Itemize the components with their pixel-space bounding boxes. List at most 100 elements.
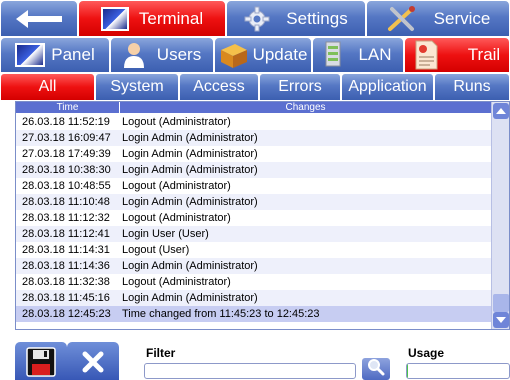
tab-lan-label: LAN bbox=[358, 45, 392, 64]
list-row[interactable]: 28.03.18 11:12:41 Login User (User) bbox=[16, 226, 491, 242]
row-time: 28.03.18 10:48:55 bbox=[22, 180, 111, 192]
close-icon bbox=[82, 351, 104, 378]
row-changes: Login Admin (Administrator) bbox=[122, 164, 258, 176]
row-time: 28.03.18 11:12:41 bbox=[22, 228, 110, 240]
tab-panel-label: Panel bbox=[51, 45, 95, 64]
usage-progress-fill bbox=[407, 364, 409, 378]
usage-progress-bar bbox=[406, 363, 510, 379]
audit-trail-list[interactable]: Time Changes 26.03.18 11:52:19 Logout (Ad… bbox=[15, 101, 510, 330]
gear-icon bbox=[244, 6, 286, 32]
tab-runs[interactable]: Runs bbox=[434, 73, 510, 101]
list-row[interactable]: 28.03.18 10:38:30 Login Admin (Administra… bbox=[16, 162, 491, 178]
tab-panel[interactable]: Panel bbox=[0, 37, 110, 73]
row-time: 28.03.18 11:12:32 bbox=[22, 212, 110, 224]
tab-access[interactable]: Access bbox=[179, 73, 259, 101]
tab-settings-label: Settings bbox=[286, 8, 348, 28]
row-time: 28.03.18 11:10:48 bbox=[22, 196, 110, 208]
tab-settings[interactable]: Settings bbox=[226, 0, 366, 37]
sub-tab-bar: Panel Users Update LAN Trail bbox=[0, 37, 510, 73]
tab-application-label: Application bbox=[348, 78, 427, 95]
tab-terminal[interactable]: Terminal bbox=[78, 0, 226, 37]
chevron-up-icon bbox=[496, 108, 506, 114]
list-row[interactable]: 27.03.18 17:49:39 Login Admin (Administra… bbox=[16, 146, 491, 162]
search-icon bbox=[367, 358, 385, 380]
row-changes: Login User (User) bbox=[122, 228, 209, 240]
main-tab-bar: Terminal Settings Service bbox=[0, 0, 510, 37]
row-changes: Time changed from 11:45:23 to 12:45:23 bbox=[122, 308, 320, 320]
row-changes: Login Admin (Administrator) bbox=[122, 196, 258, 208]
tab-update[interactable]: Update bbox=[214, 37, 312, 73]
tab-service-label: Service bbox=[433, 8, 491, 28]
filter-input[interactable] bbox=[144, 363, 356, 379]
list-row[interactable]: 28.03.18 11:12:32 Logout (Administrator) bbox=[16, 210, 491, 226]
row-time: 28.03.18 11:14:36 bbox=[22, 260, 110, 272]
audit-document-icon bbox=[414, 40, 438, 70]
column-header-time[interactable]: Time bbox=[16, 102, 120, 113]
row-changes: Login Admin (Administrator) bbox=[122, 260, 258, 272]
bottom-toolbar: Filter Usage bbox=[0, 336, 510, 380]
list-row[interactable]: 27.03.18 16:09:47 Login Admin (Administra… bbox=[16, 130, 491, 146]
filter-search-button[interactable] bbox=[362, 358, 390, 380]
list-row[interactable]: 28.03.18 11:45:16 Login Admin (Administra… bbox=[16, 290, 491, 306]
back-arrow-icon bbox=[16, 9, 62, 28]
tab-lan[interactable]: LAN bbox=[312, 37, 404, 73]
tab-access-label: Access bbox=[193, 78, 245, 95]
scroll-down-button[interactable] bbox=[493, 312, 509, 328]
row-changes: Logout (User) bbox=[122, 244, 190, 256]
row-changes: Logout (Administrator) bbox=[122, 180, 231, 192]
row-changes: Login Admin (Administrator) bbox=[122, 148, 258, 160]
monitor-icon bbox=[100, 6, 129, 31]
row-changes: Logout (Administrator) bbox=[122, 116, 231, 128]
row-time: 28.03.18 11:32:38 bbox=[22, 276, 110, 288]
tab-system-label: System bbox=[110, 78, 164, 95]
save-button[interactable] bbox=[15, 342, 67, 380]
scroll-thumb[interactable] bbox=[493, 294, 509, 312]
row-changes: Login Admin (Administrator) bbox=[122, 292, 258, 304]
tab-update-label: Update bbox=[252, 45, 308, 64]
scroll-up-button[interactable] bbox=[493, 103, 509, 119]
back-button[interactable] bbox=[0, 0, 78, 37]
tab-trail[interactable]: Trail bbox=[404, 37, 510, 73]
chevron-down-icon bbox=[496, 317, 506, 323]
tab-trail-label: Trail bbox=[467, 45, 501, 64]
list-row[interactable]: 28.03.18 10:48:55 Logout (Administrator) bbox=[16, 178, 491, 194]
tools-icon bbox=[386, 5, 434, 33]
row-time: 28.03.18 11:45:16 bbox=[22, 292, 110, 304]
list-row[interactable]: 28.03.18 11:32:38 Logout (Administrator) bbox=[16, 274, 491, 290]
network-server-icon bbox=[324, 41, 342, 69]
tab-errors-label: Errors bbox=[278, 78, 322, 95]
tab-application[interactable]: Application bbox=[341, 73, 434, 101]
row-time: 28.03.18 12:45:23 bbox=[22, 308, 111, 320]
tab-users-label: Users bbox=[156, 45, 202, 64]
users-icon bbox=[123, 42, 145, 68]
list-row[interactable]: 26.03.18 11:52:19 Logout (Administrator) bbox=[16, 114, 491, 130]
floppy-disk-icon bbox=[26, 346, 56, 380]
usage-label: Usage bbox=[408, 346, 445, 360]
row-time: 27.03.18 17:49:39 bbox=[22, 148, 111, 160]
category-tab-bar: All System Access Errors Application Run… bbox=[0, 73, 510, 101]
tab-all[interactable]: All bbox=[0, 73, 95, 101]
row-time: 27.03.18 16:09:47 bbox=[22, 132, 111, 144]
tab-users[interactable]: Users bbox=[110, 37, 214, 73]
column-header-changes[interactable]: Changes bbox=[120, 102, 491, 113]
list-scrollbar[interactable] bbox=[491, 102, 509, 329]
row-changes: Logout (Administrator) bbox=[122, 276, 231, 288]
list-row[interactable]: 28.03.18 11:10:48 Login Admin (Administra… bbox=[16, 194, 491, 210]
monitor-icon bbox=[15, 43, 46, 67]
tab-errors[interactable]: Errors bbox=[259, 73, 341, 101]
row-changes: Logout (Administrator) bbox=[122, 212, 231, 224]
tab-service[interactable]: Service bbox=[366, 0, 510, 37]
row-time: 28.03.18 10:38:30 bbox=[22, 164, 111, 176]
cancel-button[interactable] bbox=[67, 342, 119, 380]
list-rows: 26.03.18 11:52:19 Logout (Administrator) … bbox=[16, 114, 491, 322]
tab-system[interactable]: System bbox=[95, 73, 179, 101]
list-row[interactable]: 28.03.18 11:14:36 Login Admin (Administra… bbox=[16, 258, 491, 274]
list-header: Time Changes bbox=[16, 102, 491, 113]
filter-label: Filter bbox=[146, 346, 176, 360]
tab-terminal-label: Terminal bbox=[138, 8, 204, 28]
list-row-selected[interactable]: 28.03.18 12:45:23 Time changed from 11:45… bbox=[16, 306, 491, 322]
list-row[interactable]: 28.03.18 11:14:31 Logout (User) bbox=[16, 242, 491, 258]
tab-runs-label: Runs bbox=[453, 78, 491, 95]
row-changes: Login Admin (Administrator) bbox=[122, 132, 258, 144]
tab-all-label: All bbox=[38, 78, 57, 95]
